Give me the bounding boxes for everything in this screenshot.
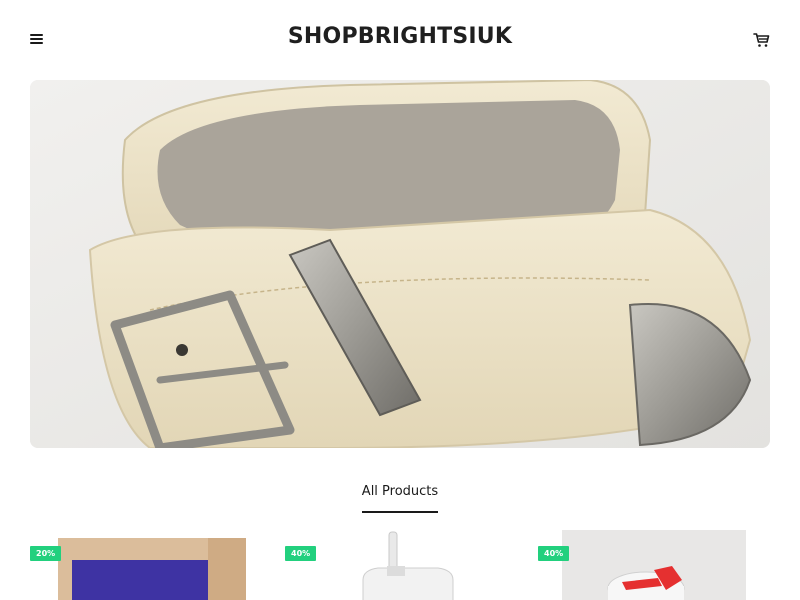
red-lid-tumbler-photo[interactable] [562,530,746,600]
discount-badge: 40% [285,546,317,561]
product-card[interactable]: 40% [285,530,515,600]
site-header: SHOPBRIGHTSIUK [0,0,800,78]
tab-all-products[interactable]: All Products [361,484,439,513]
hero-banner-image[interactable] [30,80,770,448]
product-tabs: All Products [0,482,800,513]
shopping-cart-icon[interactable] [752,30,772,50]
white-tumbler-straw-photo[interactable] [343,530,473,600]
belt-illustration [30,80,770,448]
product-card[interactable]: 40% [538,530,768,600]
purple-gift-box-photo[interactable] [58,530,246,600]
store-logo[interactable]: SHOPBRIGHTSIUK [0,24,800,49]
product-card[interactable]: 20% [30,530,260,600]
discount-badge: 20% [30,546,62,561]
discount-badge: 40% [538,546,570,561]
